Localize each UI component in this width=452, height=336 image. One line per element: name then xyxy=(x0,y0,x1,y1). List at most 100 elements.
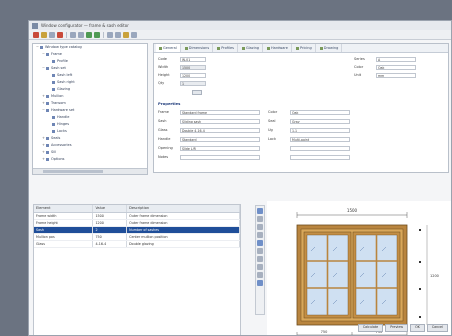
detail-input[interactable]: Sliding sash xyxy=(180,118,260,124)
tree-item[interactable]: Profile xyxy=(33,58,147,65)
expand-toggle-icon[interactable]: − xyxy=(42,107,45,114)
detail-input[interactable]: Standard frame xyxy=(180,109,260,115)
detail-input[interactable]: Oak xyxy=(290,109,350,115)
expand-toggle-icon[interactable]: − xyxy=(36,44,39,51)
redo-icon[interactable] xyxy=(94,31,100,38)
window-drawing-canvas[interactable]: 1500 1200 750 750 xyxy=(267,201,451,335)
settings-icon[interactable] xyxy=(123,31,129,38)
tab-profiles[interactable]: Profiles xyxy=(214,44,238,52)
expand-toggle-icon[interactable]: + xyxy=(42,135,45,142)
rotate-icon[interactable] xyxy=(257,272,263,278)
tree-horizontal-scrollbar[interactable] xyxy=(33,168,147,174)
table-row[interactable]: Glass 4-16-4 Double glazing xyxy=(34,241,240,248)
tree-item[interactable]: + Options xyxy=(33,156,147,163)
open-icon[interactable] xyxy=(41,31,47,38)
detail-label: Notes xyxy=(158,155,169,159)
move-tool-icon[interactable] xyxy=(257,216,263,222)
tab-dimensions[interactable]: Dimensions xyxy=(182,44,214,52)
detail-label: Ug xyxy=(268,128,273,132)
fit-view-icon[interactable] xyxy=(257,264,263,270)
detail-input[interactable]: Multi-point xyxy=(290,136,350,142)
field-input[interactable]: Oak xyxy=(376,64,416,70)
preview-button[interactable]: Preview xyxy=(385,324,409,332)
expand-toggle-icon[interactable]: − xyxy=(42,51,45,58)
field-input[interactable]: W-01 xyxy=(180,56,206,62)
tree-item[interactable]: Locks xyxy=(33,128,147,135)
calculate-button[interactable]: Calculate xyxy=(357,324,384,332)
table-row[interactable]: Frame height 1200 Outer frame dimension xyxy=(34,220,240,227)
grid-header-element[interactable]: Element xyxy=(34,205,94,212)
tree-item[interactable]: + Sill xyxy=(33,149,147,156)
table-row[interactable]: Sash 2 Number of sashes xyxy=(34,227,240,234)
tree-item[interactable]: Handle xyxy=(33,114,147,121)
tree-item[interactable]: Hinges xyxy=(33,121,147,128)
expand-toggle-icon[interactable]: + xyxy=(42,156,45,163)
tree-item[interactable]: + Seals xyxy=(33,135,147,142)
grid-header-value[interactable]: Value xyxy=(93,205,128,212)
detail-input[interactable] xyxy=(290,145,350,151)
table-row[interactable]: Mullion pos 750 Center mullion position xyxy=(34,234,240,241)
tree-node-icon xyxy=(46,158,49,161)
tree-item[interactable]: Sash left xyxy=(33,72,147,79)
tree-item-label: Hardware set xyxy=(51,108,75,112)
field-input[interactable]: A xyxy=(376,56,416,62)
expand-toggle-icon[interactable]: + xyxy=(42,149,45,156)
dimension-tool-icon[interactable] xyxy=(257,240,263,246)
zoom-icon[interactable] xyxy=(115,31,121,38)
field-input[interactable]: 1500 xyxy=(180,64,206,70)
detail-input[interactable] xyxy=(290,154,350,160)
tree-item[interactable]: − Sash set xyxy=(33,65,147,72)
delete-icon[interactable] xyxy=(57,31,63,38)
undo-icon[interactable] xyxy=(86,31,92,38)
copy-icon[interactable] xyxy=(70,31,76,38)
tree-item[interactable]: + Mullion xyxy=(33,93,147,100)
tab-glazing[interactable]: Glazing xyxy=(239,44,264,52)
split-horizontal-icon[interactable] xyxy=(257,232,263,238)
detail-input[interactable]: Slide L/R xyxy=(180,145,260,151)
tree-node-icon xyxy=(52,123,55,126)
tab-general[interactable]: General xyxy=(156,44,181,52)
paste-icon[interactable] xyxy=(78,31,84,38)
tree-node-icon xyxy=(46,67,49,70)
tree-item[interactable]: − Frame xyxy=(33,51,147,58)
zoom-out-icon[interactable] xyxy=(257,256,263,262)
field-input[interactable]: mm xyxy=(376,72,416,78)
tab-pricing[interactable]: Pricing xyxy=(293,44,316,52)
detail-input[interactable] xyxy=(180,154,260,160)
print-icon[interactable] xyxy=(107,31,113,38)
tree-item[interactable]: Sash right xyxy=(33,79,147,86)
tab-drawing[interactable]: Drawing xyxy=(317,44,343,52)
table-cell: Center mullion position xyxy=(127,234,240,240)
tree-item[interactable]: − Window type catalog xyxy=(33,44,147,51)
select-tool-icon[interactable] xyxy=(257,208,263,214)
new-icon[interactable] xyxy=(33,31,39,38)
detail-input[interactable]: Standard xyxy=(180,136,260,142)
table-row[interactable]: Frame width 1500 Outer frame dimension xyxy=(34,213,240,220)
detail-input[interactable]: Double 4-16-4 xyxy=(180,127,260,133)
tab-icon xyxy=(295,46,299,50)
field-input[interactable]: 1 xyxy=(180,80,206,86)
expand-toggle-icon[interactable]: + xyxy=(42,93,45,100)
toolbar-separator xyxy=(103,31,104,38)
detail-input[interactable]: 1.1 xyxy=(290,127,350,133)
field-input[interactable]: 1200 xyxy=(180,72,206,78)
refresh-icon[interactable] xyxy=(257,280,263,286)
tree-item[interactable]: − Hardware set xyxy=(33,107,147,114)
split-vertical-icon[interactable] xyxy=(257,224,263,230)
tree-item[interactable]: + Transom xyxy=(33,100,147,107)
tab-hardware[interactable]: Hardware xyxy=(264,44,292,52)
zoom-in-icon[interactable] xyxy=(257,248,263,254)
expand-toggle-icon[interactable]: + xyxy=(42,100,45,107)
expand-toggle-icon[interactable]: − xyxy=(42,65,45,72)
tree-item[interactable]: + Accessories xyxy=(33,142,147,149)
help-icon[interactable] xyxy=(131,31,137,38)
tree-item[interactable]: Glazing xyxy=(33,86,147,93)
grid-header-description[interactable]: Description xyxy=(127,205,240,212)
scrollbar-thumb[interactable] xyxy=(43,170,103,173)
expand-toggle-icon[interactable]: + xyxy=(42,142,45,149)
ok-button[interactable]: OK xyxy=(410,324,425,332)
cancel-button[interactable]: Cancel xyxy=(426,324,448,332)
apply-button[interactable] xyxy=(192,90,202,95)
detail-input[interactable]: Gray xyxy=(290,118,350,124)
save-icon[interactable] xyxy=(49,31,55,38)
